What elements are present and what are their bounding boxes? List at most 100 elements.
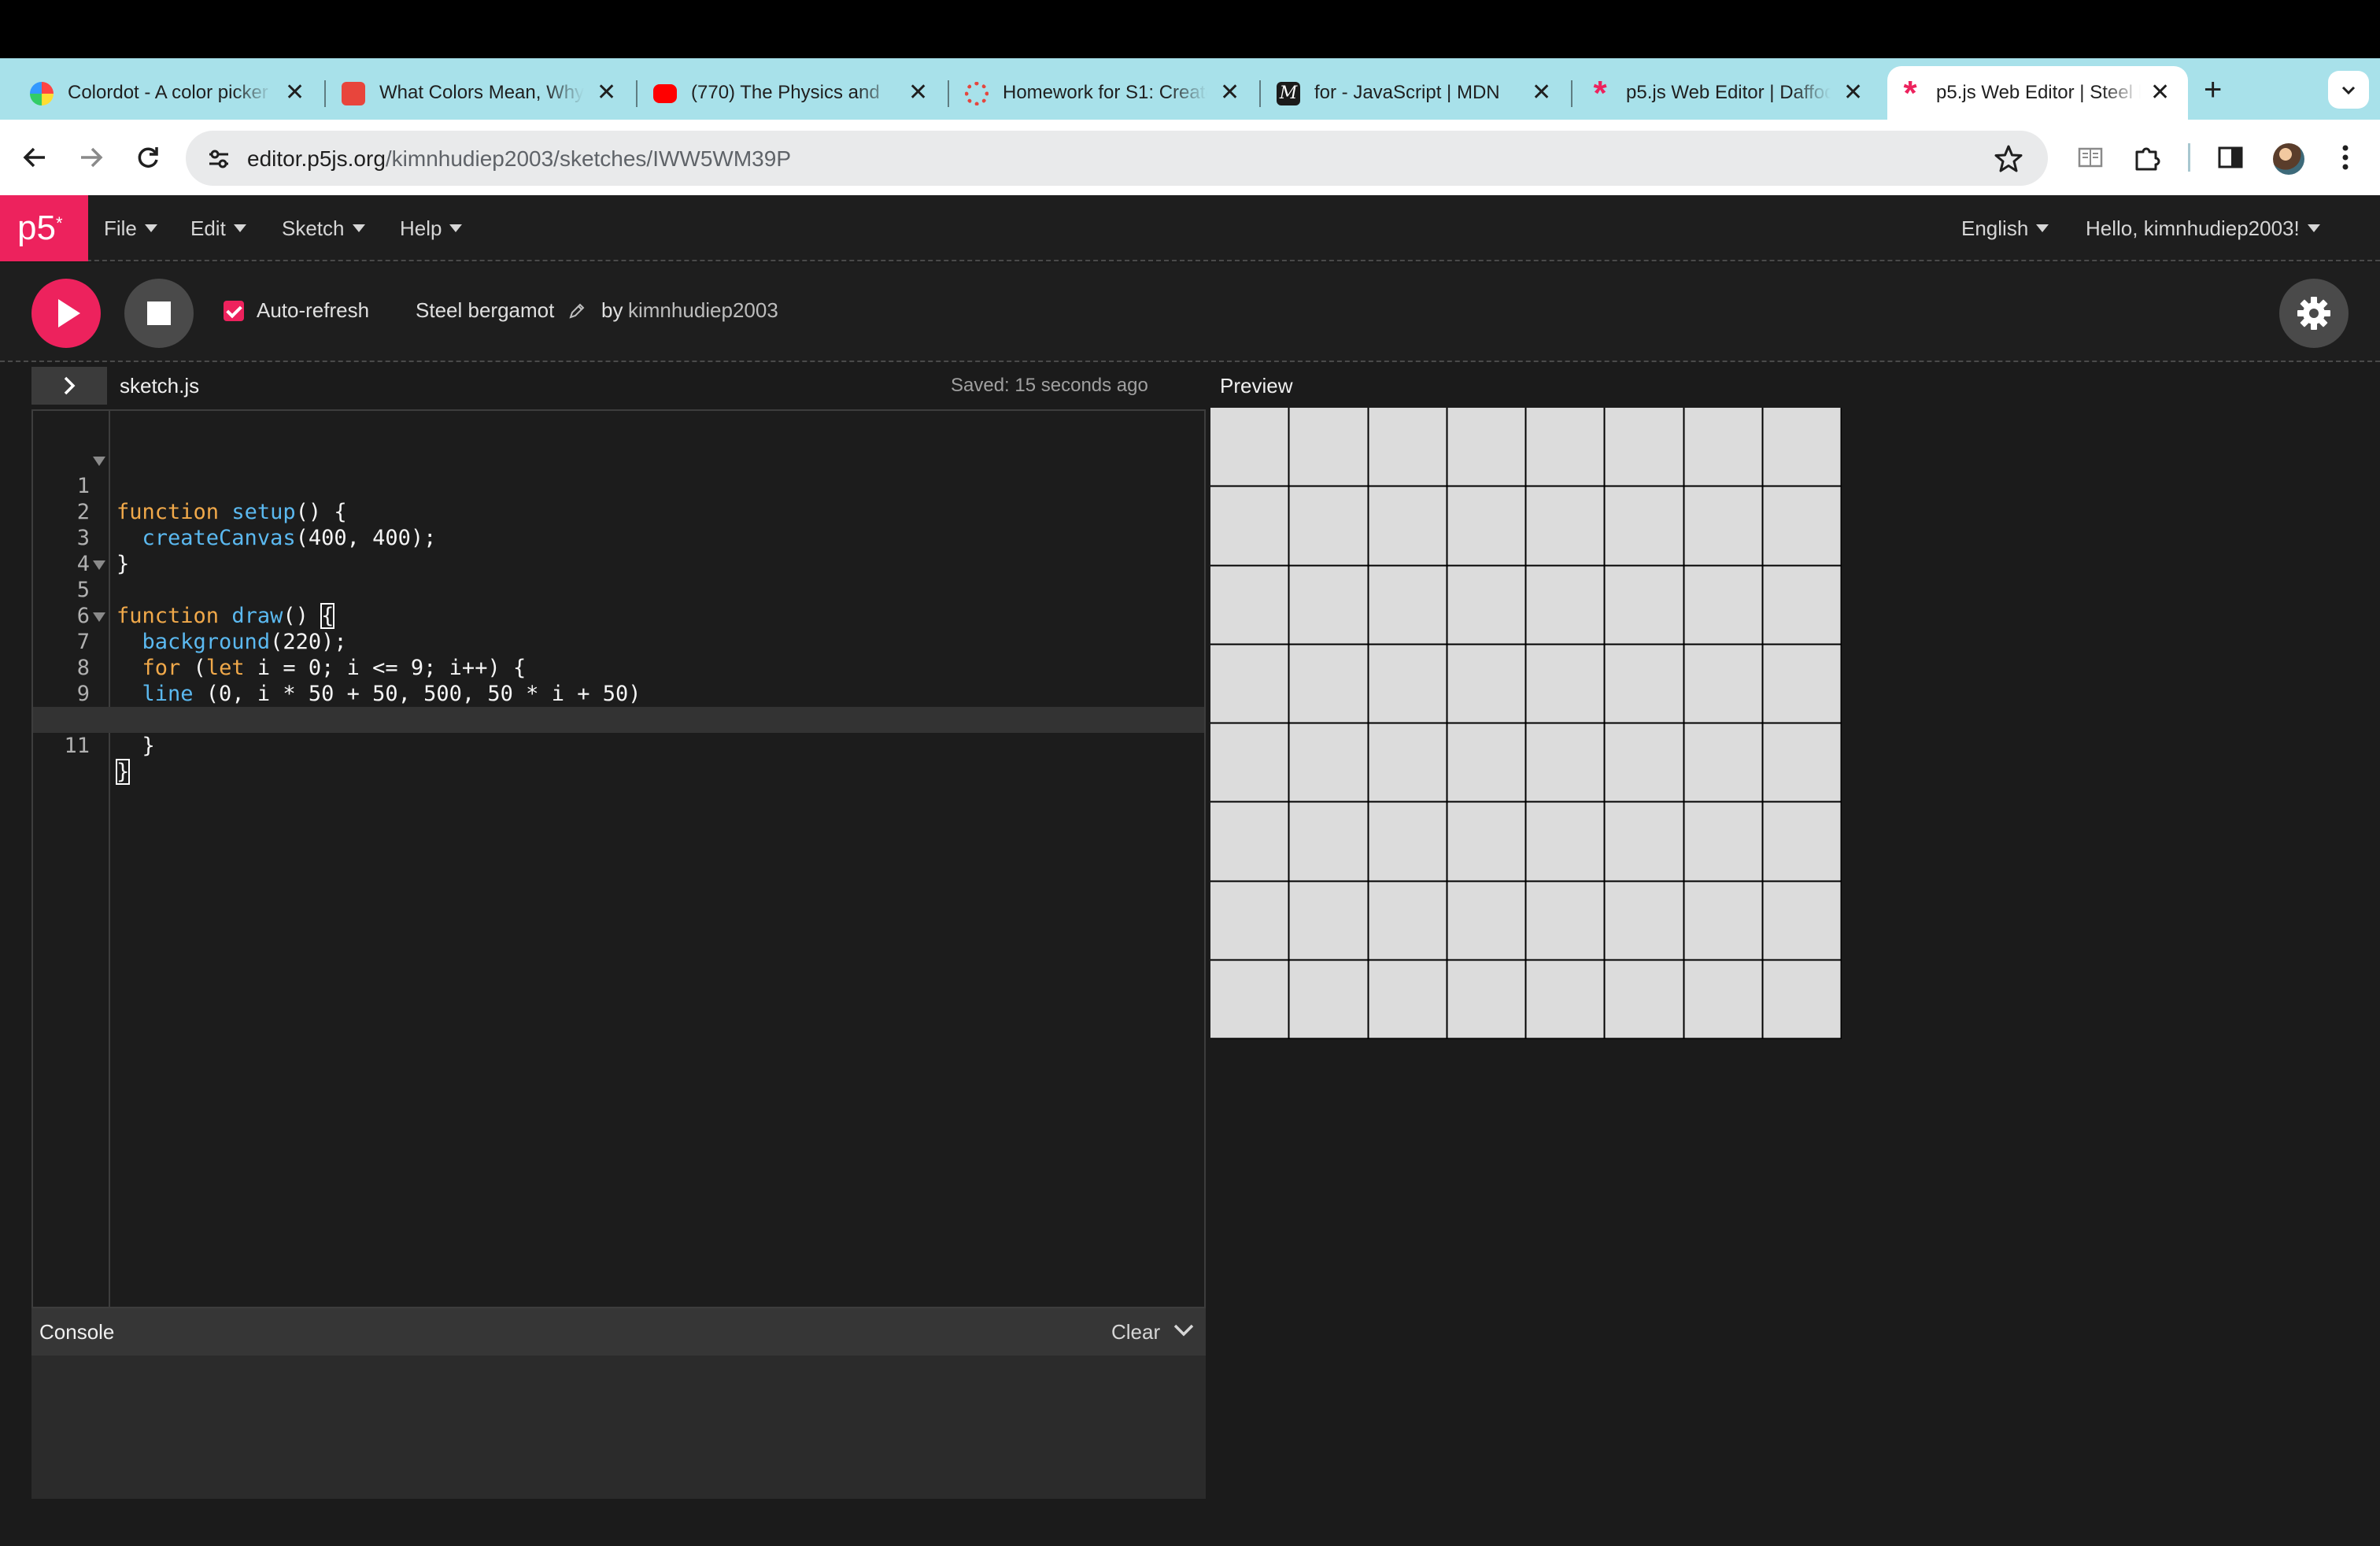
chevron-right-icon <box>64 376 76 395</box>
code-line: 1 function setup() { <box>33 447 1204 524</box>
caret-down-icon <box>2307 224 2320 233</box>
auto-refresh-checkbox[interactable] <box>224 301 244 321</box>
tab-fade <box>1791 80 1831 105</box>
p5-nav-bar: p5* File Edit Sketch Help English Hello,… <box>0 195 2380 261</box>
chevron-down-icon[interactable] <box>1171 1318 1196 1343</box>
console-label: Console <box>39 1320 115 1344</box>
reload-icon <box>138 147 158 168</box>
sketch-name[interactable]: Steel bergamot <box>416 298 554 323</box>
tab-youtube[interactable]: (770) The Physics and ✕ <box>623 66 946 120</box>
url-text: editor.p5js.org/kimnhudiep2003/sketches/… <box>247 146 791 172</box>
gear-icon <box>2297 297 2330 330</box>
menu-label: File <box>104 216 137 240</box>
saved-status: Saved: 15 seconds ago <box>951 375 1148 396</box>
language-dropdown[interactable]: English <box>1961 216 2049 241</box>
stop-button[interactable] <box>124 279 194 348</box>
tab-search-button[interactable] <box>2328 71 2369 109</box>
menu-bar <box>0 0 2380 58</box>
chevron-down-icon <box>2341 86 2356 95</box>
url-path: /kimnhudiep2003/sketches/IWW5WM39P <box>385 146 791 171</box>
fold-arrow-icon[interactable] <box>93 612 105 622</box>
arrow-right-icon <box>81 147 103 168</box>
forward-button[interactable] <box>72 139 110 176</box>
site-settings-icon[interactable] <box>205 145 233 173</box>
language-label: English <box>1961 216 2029 240</box>
back-button[interactable] <box>16 139 54 176</box>
sketch-toolbar: Auto-refresh Steel bergamot by kimnhudie… <box>0 263 2380 362</box>
menu-label: Edit <box>190 216 226 240</box>
fold-arrow-icon[interactable] <box>93 457 105 466</box>
preview-label: Preview <box>1220 374 1293 398</box>
tab-colordot[interactable]: Colordot - A color picker ✕ <box>0 66 323 120</box>
expand-sidebar-button[interactable] <box>31 367 107 405</box>
profile-avatar[interactable] <box>2273 143 2304 175</box>
menu-help[interactable]: Help <box>400 216 463 241</box>
browser-toolbar: editor.p5js.org/kimnhudiep2003/sketches/… <box>0 120 2380 195</box>
close-icon[interactable]: ✕ <box>2150 80 2170 105</box>
close-icon[interactable]: ✕ <box>1532 80 1551 105</box>
menu-file[interactable]: File <box>104 216 157 241</box>
play-button[interactable] <box>31 279 101 348</box>
close-icon[interactable]: ✕ <box>597 80 616 105</box>
line-number: 11 <box>64 734 90 758</box>
bookmark-star-icon[interactable] <box>1993 143 2024 175</box>
console-clear-button[interactable]: Clear <box>1111 1319 1160 1344</box>
tab-strip: Colordot - A color picker ✕ What Colors … <box>0 58 2380 120</box>
screen: { "browser": { "tabs": [ {"title": "Colo… <box>0 0 2380 1546</box>
code-line: 4 <box>33 525 1204 576</box>
preview-canvas <box>1210 408 1842 1039</box>
tab-mdn[interactable]: M for - JavaScript | MDN ✕ <box>1247 66 1569 120</box>
file-name: sketch.js <box>120 374 200 398</box>
tab-what-colors-mean[interactable]: What Colors Mean, Why ✕ <box>312 66 634 120</box>
code-line: 8 line (0, i * 50 + 50, 500, 50 * i + 50… <box>33 629 1204 706</box>
code-editor[interactable]: 1 function setup() { 2 createCanvas(400,… <box>31 409 1206 1308</box>
tab-fade <box>233 80 272 105</box>
reload-button[interactable] <box>129 139 167 176</box>
settings-button[interactable] <box>2279 279 2349 348</box>
fold-arrow-icon[interactable] <box>93 560 105 570</box>
close-icon[interactable]: ✕ <box>1220 80 1240 105</box>
address-bar[interactable]: editor.p5js.org/kimnhudiep2003/sketches/… <box>186 131 2048 186</box>
browser-menu-button[interactable] <box>2326 139 2364 176</box>
author-link[interactable]: kimnhudiep2003 <box>628 298 778 323</box>
close-icon[interactable]: ✕ <box>908 80 928 105</box>
code-line-active: 11 } <box>33 707 1204 785</box>
heart-icon <box>342 82 365 105</box>
mdn-icon: M <box>1277 82 1300 105</box>
extensions-button[interactable] <box>2128 139 2166 176</box>
p5-logo-text: p5 <box>17 209 56 247</box>
toolbar-separator <box>2188 143 2190 172</box>
new-tab-button[interactable]: + <box>2204 74 2222 105</box>
menu-edit[interactable]: Edit <box>190 216 246 241</box>
caret-down-icon <box>352 224 365 233</box>
close-icon[interactable]: ✕ <box>1843 80 1863 105</box>
reading-list-icon <box>2078 147 2103 168</box>
tab-p5-steel-bergamot[interactable]: * p5.js Web Editor | Steel bergamot ✕ <box>1887 66 2188 120</box>
code-line: 6 background(220); <box>33 577 1204 654</box>
tab-fade <box>545 80 584 105</box>
p5-asterisk-icon: * <box>1593 74 1607 113</box>
console-output <box>31 1356 1206 1499</box>
code-line: 5 function draw() { <box>33 551 1204 629</box>
colordot-icon <box>30 82 54 105</box>
youtube-icon <box>653 84 677 103</box>
user-menu[interactable]: Hello, kimnhudiep2003! <box>2086 216 2320 241</box>
code-text: } <box>115 759 131 785</box>
p5-logo[interactable]: p5* <box>0 195 88 261</box>
code-line: 10 } <box>33 681 1204 758</box>
by-label: by <box>601 298 623 322</box>
caret-down-icon <box>144 224 157 233</box>
side-panel-button[interactable] <box>2212 139 2249 176</box>
caret-down-icon <box>2036 224 2049 233</box>
reading-list-button[interactable] <box>2071 139 2109 176</box>
close-icon[interactable]: ✕ <box>285 80 305 105</box>
arrow-left-icon <box>23 147 45 168</box>
tab-p5-daffodil[interactable]: * p5.js Web Editor | Daffodil ✕ <box>1558 66 1881 120</box>
menu-label: Sketch <box>282 216 345 240</box>
code-line: 3 } <box>33 499 1204 576</box>
pencil-icon[interactable] <box>568 302 586 320</box>
greeting-label: Hello, kimnhudiep2003! <box>2086 216 2300 240</box>
caret-down-icon <box>233 224 246 233</box>
menu-sketch[interactable]: Sketch <box>282 216 365 241</box>
tab-homework[interactable]: Homework for S1: Create ✕ <box>935 66 1258 120</box>
